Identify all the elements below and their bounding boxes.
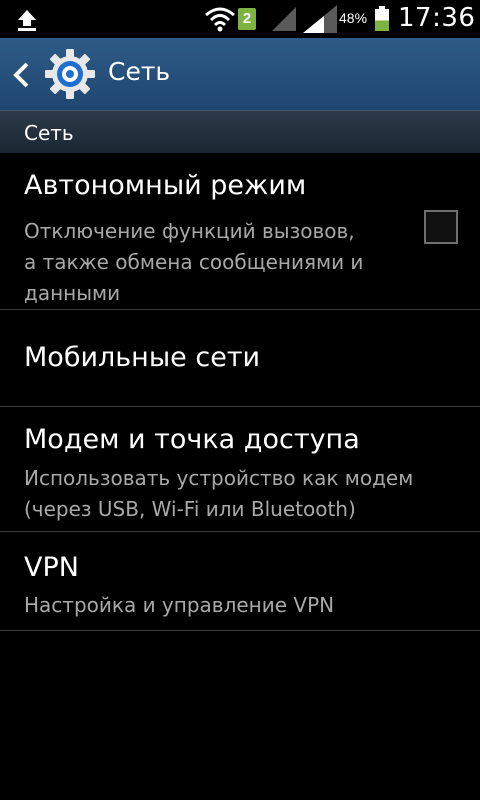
setting-title: Автономный режим	[24, 170, 307, 201]
signal-icon	[303, 5, 337, 33]
setting-title: Модем и точка доступа	[24, 424, 360, 455]
section-header: Сеть	[0, 110, 480, 153]
setting-summary: Настройка и управление VPN	[24, 593, 335, 617]
setting-summary: Отключение функций вызовов,	[24, 219, 355, 243]
setting-title: Мобильные сети	[24, 342, 261, 373]
battery-icon	[375, 6, 389, 31]
sim-badge-icon: 2	[238, 8, 256, 30]
airplane-mode-checkbox[interactable]	[424, 210, 458, 244]
setting-airplane-mode[interactable]: Автономный режим Отключение функций вызо…	[0, 152, 480, 310]
setting-summary: данными	[24, 281, 121, 305]
section-label: Сеть	[24, 121, 74, 145]
setting-tethering-hotspot[interactable]: Модем и точка доступа Использовать устро…	[0, 407, 480, 532]
battery-percent: 48%	[339, 10, 368, 26]
signal-icon	[272, 7, 296, 31]
setting-summary: Использовать устройство как модем	[24, 466, 414, 490]
setting-summary: (через USB, Wi-Fi или Bluetooth)	[24, 497, 356, 521]
upload-icon	[18, 10, 36, 31]
setting-title: VPN	[24, 552, 79, 583]
wifi-icon	[205, 7, 235, 32]
setting-mobile-networks[interactable]: Мобильные сети	[0, 310, 480, 407]
page-title: Сеть	[108, 57, 171, 86]
setting-vpn[interactable]: VPN Настройка и управление VPN	[0, 532, 480, 631]
setting-summary: а также обмена сообщениями и	[24, 250, 364, 274]
back-arrow-icon[interactable]	[10, 60, 32, 90]
status-bar: 2 48% 17:36	[0, 0, 480, 38]
clock: 17:36	[398, 3, 476, 33]
settings-gear-icon[interactable]	[44, 48, 96, 100]
action-bar: Сеть	[0, 38, 480, 110]
